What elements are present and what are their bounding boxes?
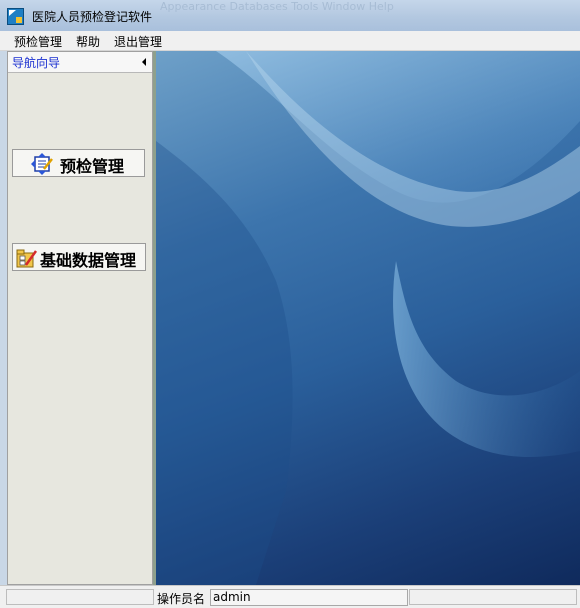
collapse-arrow-icon[interactable] [142, 58, 146, 66]
window-title: 医院人员预检登记软件 [32, 10, 153, 24]
folder-edit-icon [16, 249, 38, 268]
operator-value: admin [210, 589, 408, 606]
precheck-button-label: 预检管理 [60, 157, 125, 176]
title-bar: Appearance Databases Tools Window Help 医… [0, 0, 580, 31]
nav-header: 导航向导 [8, 52, 152, 73]
basic-data-button-label: 基础数据管理 [40, 251, 137, 270]
checklist-icon [31, 153, 53, 175]
navigation-panel: 导航向导 预检管理 基础数据管理 [7, 51, 153, 585]
operator-label: 操作员名 [157, 592, 206, 606]
background-window-ghost: Appearance Databases Tools Window Help [160, 0, 394, 13]
menu-precheck[interactable]: 预检管理 [14, 33, 62, 50]
nav-header-label: 导航向导 [12, 56, 61, 70]
precheck-button[interactable]: 预检管理 [12, 149, 145, 177]
status-pane-empty [6, 589, 154, 605]
app-icon [7, 8, 24, 25]
basic-data-button[interactable]: 基础数据管理 [12, 243, 146, 271]
menu-bar: 预检管理 帮助 退出管理 [0, 31, 580, 51]
wallpaper-swirl [156, 51, 580, 585]
menu-help[interactable]: 帮助 [76, 33, 100, 50]
menu-exit[interactable]: 退出管理 [114, 33, 162, 50]
desktop-wallpaper [156, 51, 580, 585]
status-bar: 操作员名 admin [0, 585, 580, 608]
status-pane-right [409, 589, 577, 605]
